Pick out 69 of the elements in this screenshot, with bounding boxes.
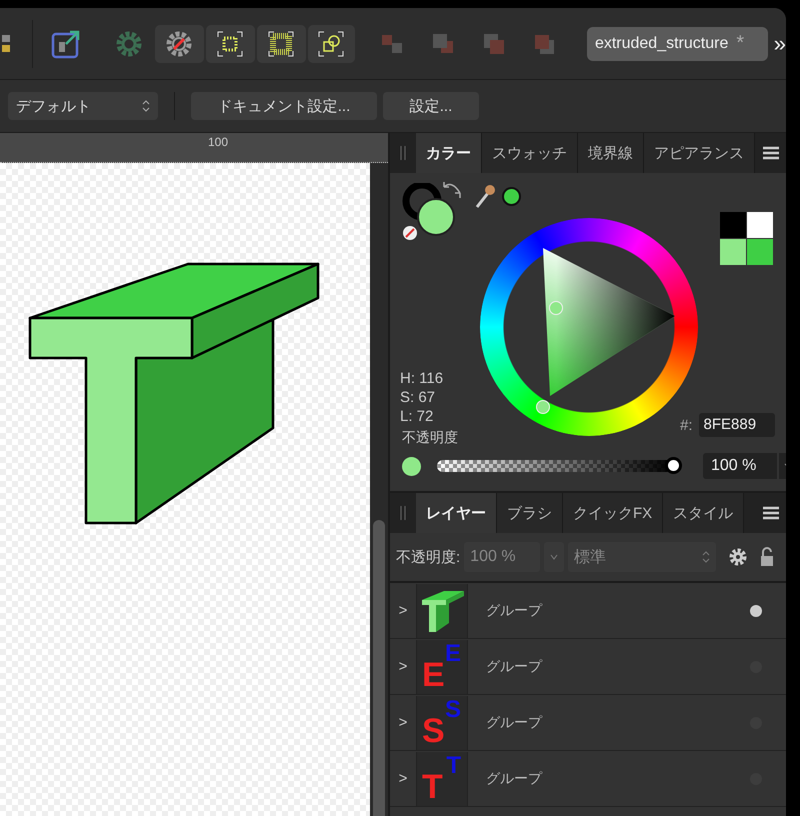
lock-icon[interactable] [760, 547, 774, 567]
overflow-button[interactable]: » [774, 30, 786, 56]
expand-chevron[interactable]: > [390, 770, 416, 787]
hsl-value: H: 116 [400, 369, 444, 388]
gear-icon [115, 30, 144, 58]
thumbnail-front-letter: T [422, 770, 443, 804]
grip-icon[interactable] [400, 146, 406, 160]
hex-field[interactable]: 8FE889 [698, 413, 775, 437]
layer-name: グループ [486, 602, 544, 620]
scrollbar[interactable] [370, 163, 388, 816]
opacity-label: 不透明度 [402, 429, 458, 447]
color-swatch[interactable] [720, 212, 746, 238]
color-swatch[interactable] [747, 212, 773, 238]
grip-icon[interactable] [400, 506, 406, 520]
shapes-icon [318, 30, 344, 56]
panel-tab[interactable]: アピアランス [644, 133, 755, 173]
expand-chevron[interactable]: > [390, 602, 416, 619]
panel-tab[interactable]: 境界線 [578, 133, 644, 173]
menu-icon[interactable] [763, 146, 779, 160]
visibility-dot[interactable] [750, 604, 762, 616]
layer-name: グループ [486, 770, 544, 788]
document-tab[interactable]: extruded_structure * [586, 26, 768, 60]
thumbnail-back-letter: S [444, 698, 461, 722]
grid-icon [268, 30, 294, 56]
expand-chevron[interactable]: > [390, 658, 416, 675]
grid-icon [217, 30, 244, 56]
persona-icon [2, 32, 12, 54]
layer-row[interactable]: > グループ [390, 583, 786, 639]
settings-button[interactable]: 設定... [383, 92, 479, 120]
slider-thumb[interactable] [665, 457, 682, 474]
panel-tab[interactable]: ブラシ [497, 493, 563, 533]
thumbnail-front-letter: E [422, 658, 445, 692]
thumbnail-front-letter: S [422, 714, 445, 748]
opacity-color-dot [402, 456, 421, 476]
layer-name: グループ [486, 714, 544, 732]
toolbar-button[interactable] [256, 24, 306, 62]
hex-label: #: [680, 416, 693, 434]
opacity-field[interactable]: 100 % [703, 453, 777, 479]
hsl-value: S: 67 [400, 388, 436, 407]
panel-tab[interactable]: レイヤー [416, 493, 497, 533]
settings-button[interactable]: ドキュメント設定... [191, 92, 377, 120]
panel-tab[interactable]: クイックFX [563, 493, 664, 533]
stepper-icon [702, 550, 710, 564]
picked-color-dot[interactable] [502, 187, 521, 206]
thumbnail-back-letter: T [446, 754, 461, 778]
color-swatch[interactable] [720, 239, 746, 265]
menu-icon[interactable] [763, 506, 779, 520]
toolbar-button[interactable] [308, 24, 355, 62]
opacity-label: 不透明度: [396, 548, 460, 566]
preset-select[interactable]: デフォルト [8, 92, 158, 120]
toolbar-button[interactable] [154, 24, 204, 62]
document-title: extruded_structure [594, 34, 728, 52]
panel-tab[interactable]: スウォッチ [482, 133, 578, 173]
color-swatch[interactable] [747, 239, 773, 265]
layer-name: グループ [486, 658, 544, 676]
swap-icon[interactable] [442, 181, 462, 199]
eyedropper-icon[interactable] [474, 183, 496, 209]
panel-tab[interactable]: カラー [416, 133, 482, 173]
expand-chevron[interactable]: > [390, 714, 416, 731]
stepper-icon [142, 99, 150, 113]
settings-icon[interactable] [728, 547, 748, 567]
caret-icon [550, 554, 558, 560]
toolbar-button[interactable] [206, 24, 255, 62]
gear-slash-icon [165, 30, 194, 58]
hsl-value: L: 72 [400, 407, 434, 426]
modified-mark: * [736, 32, 744, 55]
panel-tab[interactable]: スタイル [663, 493, 744, 533]
thumbnail-back-letter: E [444, 642, 461, 666]
ruler-label: 100 [208, 135, 228, 149]
